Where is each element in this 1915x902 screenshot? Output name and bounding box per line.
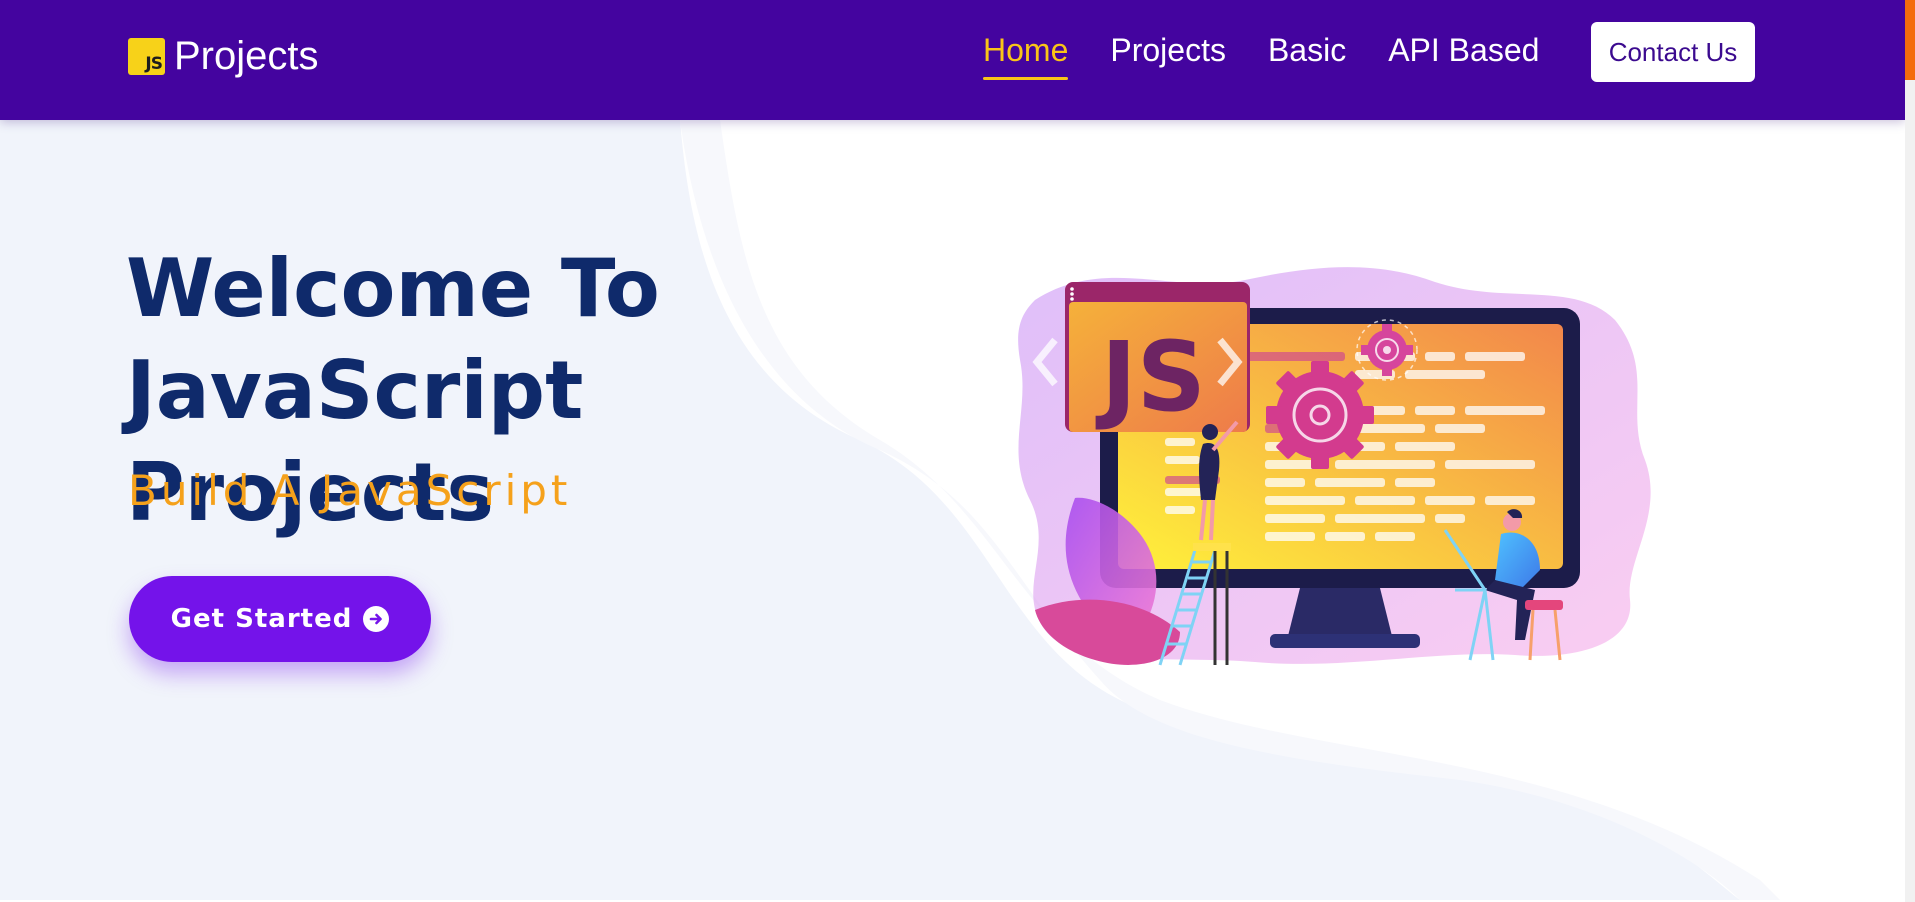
hero-title-line1: Welcome To — [126, 242, 660, 335]
scrollbar-thumb[interactable] — [1905, 0, 1915, 80]
js-logo-icon: JS — [128, 37, 165, 75]
navbar: JS Projects Home Projects Basic API Base… — [0, 0, 1905, 120]
js-window: JS — [1032, 282, 1250, 433]
brand-logo-text: JS — [145, 53, 163, 74]
hero-section: Welcome To JavaScript Projects Build A J… — [0, 120, 1905, 900]
nav-link-api-based[interactable]: API Based — [1388, 28, 1539, 80]
get-started-button[interactable]: Get Started — [129, 576, 431, 662]
nav-link-projects[interactable]: Projects — [1110, 28, 1226, 80]
scrollbar[interactable] — [1905, 0, 1915, 902]
js-window-text: JS — [1095, 321, 1206, 433]
nav-link-home[interactable]: Home — [983, 28, 1069, 80]
hero-subtitle: Build A JavaScript — [128, 466, 572, 515]
brand-text: Projects — [174, 34, 319, 78]
get-started-label: Get Started — [170, 604, 353, 634]
nav-links: Home Projects Basic API Based — [983, 28, 1581, 80]
arrow-circle-right-icon — [363, 606, 390, 632]
nav-link-basic[interactable]: Basic — [1268, 28, 1346, 80]
javascript-developers-illustration: JS — [1018, 267, 1651, 666]
gear-icon — [1266, 361, 1374, 469]
brand[interactable]: JS Projects — [128, 30, 319, 82]
contact-us-button[interactable]: Contact Us — [1591, 22, 1755, 82]
monitor-stand — [1287, 588, 1393, 640]
